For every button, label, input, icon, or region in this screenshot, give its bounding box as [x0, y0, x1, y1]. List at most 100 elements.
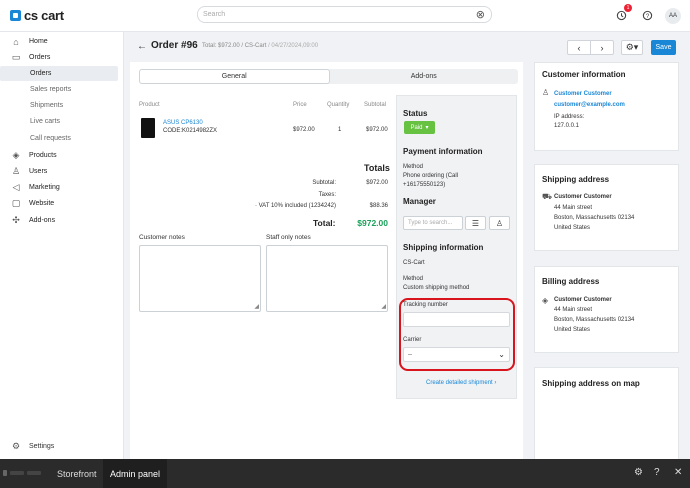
column-header-subtotal: Subtotal — [364, 102, 387, 108]
staff-notes-textarea[interactable]: ◢ — [266, 245, 388, 312]
back-arrow-icon[interactable]: ← — [137, 41, 147, 52]
previous-order-button[interactable]: ‹ — [568, 41, 591, 54]
help-icon[interactable]: ? — [639, 7, 655, 23]
billing-address-heading: Billing address — [542, 277, 600, 286]
gear-icon: ⚙ — [11, 441, 21, 451]
sidebar-subitem-orders[interactable]: Orders — [0, 66, 118, 81]
subtotal-value: $972.00 — [366, 180, 388, 186]
sidebar-subitem-shipments[interactable]: Shipments — [0, 98, 124, 113]
sidebar-item-website[interactable]: ▢ Website — [0, 196, 124, 211]
logo[interactable]: cs cart — [10, 8, 64, 23]
status-value: Paid — [410, 124, 423, 131]
vat-label: · VAT 10% included (1234242) — [254, 203, 336, 209]
billing-name-text: Customer Customer — [554, 297, 612, 303]
status-heading: Status — [403, 109, 428, 118]
sidebar-item-orders[interactable]: ▭ Orders — [0, 50, 124, 65]
tab-bar: General Add-ons — [139, 69, 518, 84]
storefront-tab[interactable]: Storefront — [50, 459, 104, 488]
bottom-bar-logo[interactable] — [3, 469, 49, 477]
puzzle-icon: ✣ — [12, 215, 20, 225]
logo-mark-icon — [3, 470, 7, 476]
admin-panel-tab[interactable]: Admin panel — [103, 459, 168, 488]
sidebar-item-products[interactable]: ◈ Products — [0, 148, 124, 163]
column-header-quantity: Quantity — [327, 102, 350, 108]
billing-address-card: Billing address ◈ Customer Customer 44 M… — [534, 266, 679, 353]
assign-self-button[interactable]: ♙ — [489, 216, 510, 230]
sidebar-item-settings[interactable]: ⚙ Settings — [0, 441, 124, 452]
sidebar-subitem-call-requests[interactable]: Call requests — [0, 131, 124, 146]
help-icon[interactable]: ? — [654, 467, 660, 478]
sidebar-item-label: Home — [29, 38, 48, 45]
manager-list-button[interactable]: ☰ — [465, 216, 486, 230]
sidebar-item-home[interactable]: ⌂ Home — [0, 34, 124, 49]
shipping-map-heading: Shipping address on map — [542, 379, 640, 388]
svg-text:?: ? — [645, 12, 649, 19]
shipping-city: Boston, Massachusetts 02134 — [554, 215, 635, 221]
next-order-button[interactable]: › — [591, 41, 613, 54]
shipping-address-heading: Shipping address — [542, 175, 610, 184]
sidebar: ⌂ Home ▭ Orders Orders Sales reports Shipm… — [0, 32, 124, 459]
sidebar-item-marketing[interactable]: ◁ Marketing — [0, 180, 124, 195]
create-detailed-shipment-link[interactable]: Create detailed shipment › — [426, 380, 496, 386]
shipping-street: 44 Main street — [554, 205, 593, 211]
clear-search-icon[interactable]: ⊗ — [476, 8, 485, 21]
caret-down-icon: ▾ — [425, 125, 429, 131]
column-header-price: Price — [293, 102, 307, 108]
sidebar-item-label: Orders — [30, 70, 52, 77]
payment-method-label: Method — [403, 164, 424, 170]
tag-icon: ◈ — [542, 296, 549, 305]
settings-dropdown-button[interactable]: ⚙▾ — [621, 40, 643, 55]
customer-info-heading: Customer information — [542, 70, 626, 79]
product-thumbnail[interactable] — [141, 118, 155, 138]
gear-icon[interactable]: ⚙ — [634, 467, 643, 478]
chevron-right-icon: › — [494, 380, 497, 386]
resize-handle-icon[interactable]: ◢ — [381, 303, 386, 310]
status-dropdown[interactable]: Paid ▾ — [404, 121, 435, 134]
megaphone-icon: ◁ — [12, 182, 20, 192]
save-button[interactable]: Save — [651, 40, 676, 55]
product-quantity: 1 — [338, 127, 342, 133]
product-name-link[interactable]: ASUS CP6130 — [163, 120, 203, 126]
customer-name: Customer Customer — [554, 91, 612, 97]
shipping-address-card: Shipping address ⛟ Customer Customer 44 … — [534, 164, 679, 251]
tab-general[interactable]: General — [139, 69, 330, 84]
user-avatar[interactable]: AA — [665, 8, 681, 24]
page-title: Order #96 — [151, 40, 198, 51]
billing-country: United States — [554, 327, 591, 333]
notifications-icon[interactable]: 1 — [613, 4, 632, 23]
inbox-icon: ▭ — [11, 52, 21, 62]
customer-information-card: Customer information ♙ Customer Customer… — [534, 62, 679, 151]
staff-notes-label: Staff only notes — [266, 234, 311, 241]
list-icon: ☰ — [471, 218, 480, 228]
logo-mark-icon — [10, 10, 21, 21]
customer-email-link[interactable]: customer@example.com — [554, 100, 625, 110]
manager-search-placeholder: Type to search... — [408, 220, 453, 226]
sidebar-item-users[interactable]: ♙ Users — [0, 164, 124, 179]
sidebar-item-label: Settings — [29, 443, 55, 450]
order-total-text: Total: $972.00 — [202, 43, 240, 49]
tag-icon: ◈ — [12, 150, 20, 160]
sidebar-subitem-live-carts[interactable]: Live carts — [0, 114, 124, 129]
manager-search-input[interactable]: Type to search... — [403, 216, 463, 230]
customer-name-link[interactable]: Customer Customer — [554, 89, 612, 99]
resize-handle-icon[interactable]: ◢ — [254, 303, 259, 310]
logo-bar-icon — [10, 471, 24, 475]
tab-add-ons[interactable]: Add-ons — [330, 69, 519, 84]
manager-heading: Manager — [403, 197, 436, 206]
close-icon[interactable]: ✕ — [674, 467, 682, 478]
sidebar-item-label: Website — [29, 200, 55, 207]
user-icon: ♙ — [495, 218, 504, 228]
shipping-method-value: Custom shipping method — [403, 285, 470, 291]
search-input[interactable]: Search ⊗ — [197, 6, 492, 23]
user-icon: ♙ — [542, 88, 550, 97]
taxes-label: Taxes: — [318, 192, 336, 198]
sidebar-item-label: Marketing — [29, 184, 60, 191]
shipping-name-text: Customer Customer — [554, 194, 612, 200]
customer-email: customer@example.com — [554, 102, 625, 108]
sidebar-item-label: Call requests — [30, 135, 71, 142]
sidebar-item-add-ons[interactable]: ✣ Add-ons — [0, 213, 124, 228]
sidebar-subitem-sales-reports[interactable]: Sales reports — [0, 82, 124, 97]
notification-badge: 1 — [624, 4, 632, 12]
customer-notes-textarea[interactable]: ◢ — [139, 245, 261, 312]
order-pager: ‹ › — [567, 40, 614, 55]
